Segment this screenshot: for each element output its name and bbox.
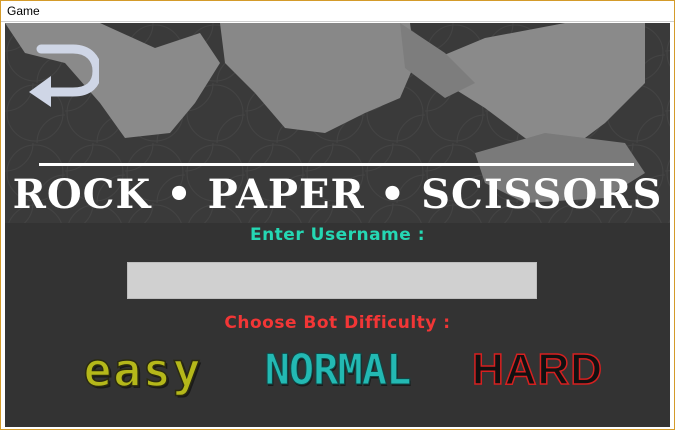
difficulty-label: Choose Bot Difficulty : (224, 313, 451, 333)
normal-difficulty-button[interactable]: NORMAL (255, 343, 420, 397)
username-input[interactable] (127, 262, 537, 299)
hero-banner: ROCK • PAPER • SCISSORS (5, 23, 670, 223)
title-divider (39, 163, 634, 166)
window-titlebar: Game (1, 1, 674, 22)
window-title: Game (7, 4, 40, 18)
username-label: Enter Username : (249, 225, 426, 245)
hard-difficulty-button[interactable]: HARD (465, 343, 610, 397)
return-arrow-icon (29, 44, 99, 107)
game-window: Game ROCK • PAPER • SCISSORS Enter Usern… (0, 0, 675, 430)
back-button[interactable] (27, 41, 99, 107)
game-title: ROCK • PAPER • SCISSORS (12, 171, 663, 218)
easy-difficulty-button[interactable]: easy (63, 342, 223, 398)
game-content: ROCK • PAPER • SCISSORS Enter Username :… (5, 23, 670, 427)
